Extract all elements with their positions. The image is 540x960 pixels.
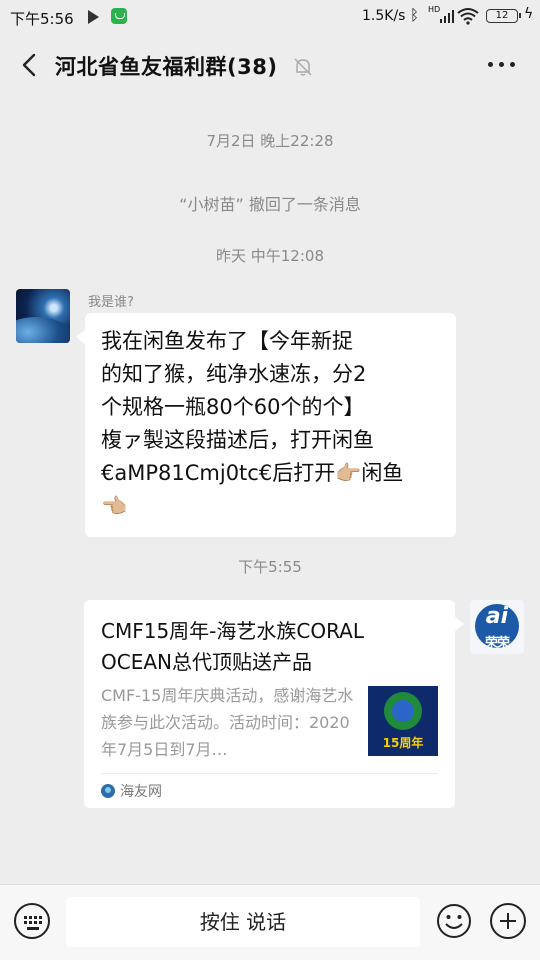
link-card-message[interactable]: CMF15周年-海艺水族CORAL OCEAN总代顶贴送产品 CMF-15周年庆… [84, 600, 464, 808]
battery-icon: 12 [486, 9, 521, 23]
play-icon [88, 10, 99, 24]
status-bar: 下午5:56 1.5K/s ᛒ HD 12 ϟ [0, 0, 540, 34]
emoji-icon[interactable] [436, 903, 472, 939]
avatar-word: 荣荣 [484, 636, 510, 651]
message-text: 我在闲鱼发布了【今年新捉 的知了猴，纯净水速冻，分2 个规格一瓶80个60个的个… [101, 329, 404, 518]
keyboard-icon[interactable] [14, 903, 50, 939]
card-title: CMF15周年-海艺水族CORAL OCEAN总代顶贴送产品 [101, 619, 365, 674]
more-options-icon[interactable] [486, 62, 518, 70]
wifi-icon [457, 8, 479, 25]
card-source: 海友网 [101, 781, 162, 801]
plus-icon[interactable] [490, 903, 526, 939]
thumbnail-label: 15周年 [382, 736, 424, 750]
bluetooth-icon: ᛒ [410, 6, 420, 24]
back-arrow-icon[interactable] [18, 52, 44, 78]
battery-level: 12 [495, 10, 509, 21]
card-divider [101, 773, 438, 774]
timestamp: 7月2日 晚上22:28 [206, 132, 334, 150]
hd-indicator: HD [428, 5, 441, 14]
timestamp: 下午5:55 [238, 558, 302, 576]
timestamp: 昨天 中午12:08 [216, 247, 324, 265]
thumbnail-logo-inner [392, 700, 414, 722]
recall-notice: “小树苗” 撤回了一条消息 [179, 195, 361, 214]
signal-icon [440, 9, 454, 23]
sender-avatar[interactable] [16, 289, 70, 343]
input-bar: 按住 说话 [0, 884, 540, 960]
source-name: 海友网 [120, 784, 162, 800]
hold-to-talk-button[interactable]: 按住 说话 [66, 897, 420, 947]
sender-name: 我是谁? [88, 295, 134, 310]
chat-title: 河北省鱼友福利群(38) [55, 55, 278, 79]
chat-area[interactable]: 7月2日 晚上22:28 “小树苗” 撤回了一条消息 昨天 中午12:08 我是… [0, 98, 540, 884]
card-thumbnail: 15周年 [368, 686, 438, 756]
my-avatar[interactable]: ai 荣荣 [470, 600, 524, 654]
mute-bell-icon [294, 58, 312, 76]
avatar-text: ai [485, 604, 509, 629]
charging-icon: ϟ [524, 6, 534, 22]
text-message-bubble[interactable]: 我在闲鱼发布了【今年新捉 的知了猴，纯净水速冻，分2 个规格一瓶80个60个的个… [76, 313, 456, 537]
app-notification-icon [111, 8, 127, 24]
card-description: CMF-15周年庆典活动，感谢海艺水族参与此次活动。活动时间：2020年7月5日… [101, 686, 354, 759]
source-logo-icon [101, 784, 115, 798]
status-time: 下午5:56 [10, 10, 74, 28]
chat-header: 河北省鱼友福利群(38) [0, 34, 540, 98]
network-speed: 1.5K/s [362, 8, 406, 24]
